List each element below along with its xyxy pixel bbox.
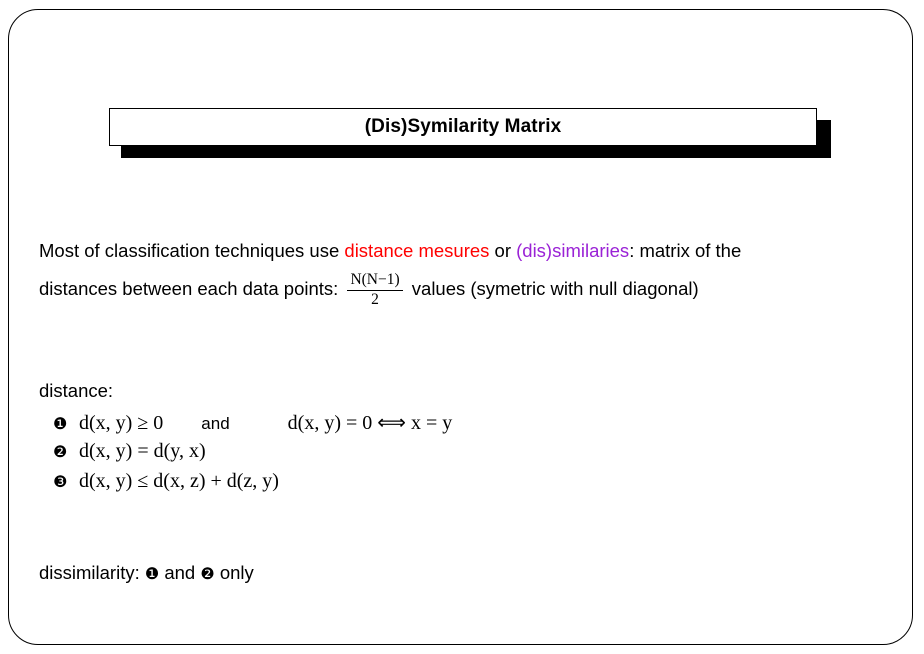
term-distance-measures: distance mesures	[344, 240, 490, 261]
intro-line2-suffix: values (symetric with null diagonal)	[406, 278, 699, 299]
slide-body: Most of classification techniques use di…	[39, 232, 899, 584]
property-3-expression-left: d(x, y) ≤ d(x, z) + d(z, y)	[79, 470, 279, 492]
page-title: (Dis)Symilarity Matrix	[364, 116, 562, 137]
slide-frame: (Dis)Symilarity Matrix Most of classific…	[8, 9, 913, 645]
distance-properties-list: ❶ d(x, y) ≥ 0 and d(x, y) = 0 ⟺ x = y ❷ …	[39, 410, 899, 500]
intro-line2-prefix: distances between each data points:	[39, 278, 344, 299]
intro-line1-prefix: Most of classification techniques use	[39, 240, 345, 261]
property-1-expression-left: d(x, y) ≥ 0	[79, 412, 164, 434]
title-banner: (Dis)Symilarity Matrix	[109, 108, 817, 146]
list-item: ❶ d(x, y) ≥ 0 and d(x, y) = 0 ⟺ x = y	[39, 410, 899, 440]
fraction-numerator: N(N−1)	[347, 272, 403, 292]
bullet-number-icon: ❶	[144, 564, 160, 583]
intro-paragraph: Most of classification techniques use di…	[39, 232, 899, 308]
dissimilarity-summary: dissimilarity: ❶ and ❷ only	[39, 562, 899, 584]
intro-line1-mid: or	[489, 240, 517, 261]
bullet-number-icon: ❷	[53, 442, 68, 461]
list-item: ❷ d(x, y) = d(y, x)	[39, 440, 899, 470]
dissimilarity-conjunction: and	[159, 562, 201, 583]
distance-section-label: distance:	[39, 380, 114, 401]
fraction-denominator: 2	[371, 291, 379, 309]
property-1-conjunction: and	[201, 414, 230, 433]
bullet-number-icon: ❸	[53, 472, 68, 491]
intro-line-2: distances between each data points: N(N−…	[39, 270, 899, 308]
intro-line1-suffix: : matrix of the	[629, 240, 742, 261]
bullet-number-icon: ❶	[53, 414, 68, 433]
pairs-count-fraction: N(N−1) 2	[347, 272, 403, 309]
intro-line-1: Most of classification techniques use di…	[39, 232, 899, 270]
bullet-number-icon: ❷	[200, 564, 215, 583]
property-2-expression-left: d(x, y) = d(y, x)	[79, 440, 206, 462]
list-item: ❸ d(x, y) ≤ d(x, z) + d(z, y)	[39, 470, 899, 500]
dissimilarity-suffix: only	[214, 562, 254, 583]
term-dissimilarities: (dis)similaries	[516, 240, 630, 261]
dissimilarity-prefix: dissimilarity:	[39, 562, 145, 583]
property-1-expression-right: d(x, y) = 0 ⟺ x = y	[287, 412, 453, 434]
